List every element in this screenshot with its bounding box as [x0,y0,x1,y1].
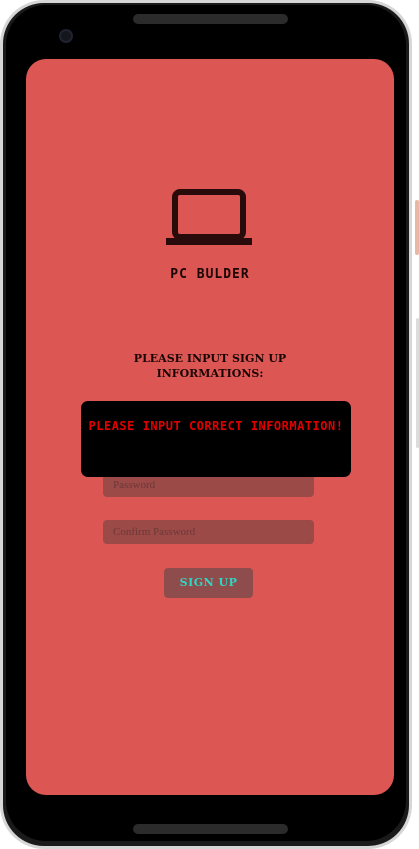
front-camera [59,29,73,43]
confirm-password-field[interactable]: Confirm Password [103,520,314,544]
power-button[interactable] [415,200,419,255]
signup-prompt: PLEASE INPUT SIGN UP INFORMATIONS: [133,352,287,380]
app-title: PC BULDER [170,267,250,282]
error-toast: PLEASE INPUT CORRECT INFORMATION! [81,401,351,477]
bottom-speaker [133,824,288,834]
laptop-icon [166,189,252,245]
top-speaker [133,14,288,24]
error-toast-message: PLEASE INPUT CORRECT INFORMATION! [88,419,344,433]
signup-button[interactable]: SIGN UP [164,568,253,598]
